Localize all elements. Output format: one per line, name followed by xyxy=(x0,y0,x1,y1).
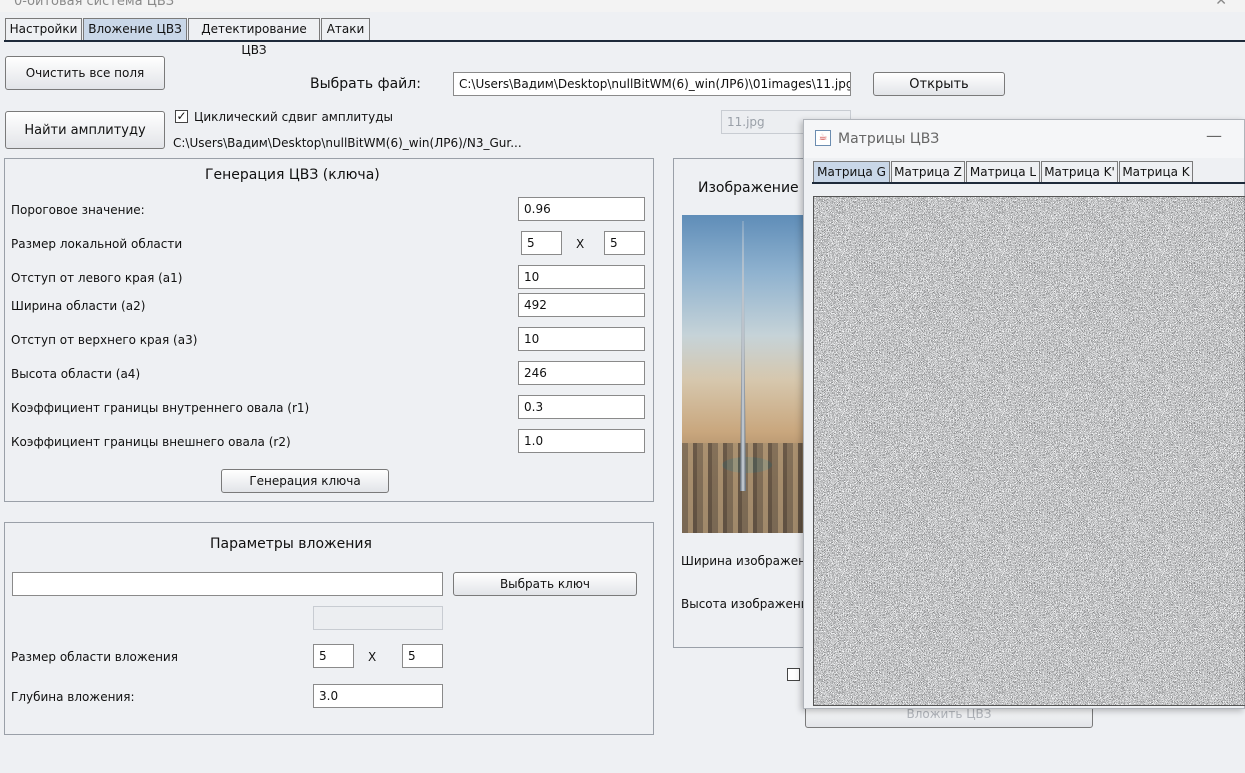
depth-input[interactable]: 3.0 xyxy=(313,684,443,708)
key-generation-title: Генерация ЦВЗ (ключа) xyxy=(205,167,380,183)
key-name-field xyxy=(313,606,443,630)
close-icon[interactable]: ✕ xyxy=(1215,0,1227,9)
java-app-icon: ☕ xyxy=(815,130,831,146)
embed-options-checkbox[interactable] xyxy=(787,668,800,681)
tab-settings[interactable]: Настройки xyxy=(5,18,82,40)
amplitude-path: C:\Users\Вадим\Desktop\nullBitWM(6)_win(… xyxy=(173,136,522,150)
embed-area-width-input[interactable]: 5 xyxy=(313,644,354,668)
a3-input[interactable]: 10 xyxy=(518,327,645,351)
threshold-label: Пороговое значение: xyxy=(11,203,145,217)
embed-area-label: Размер области вложения xyxy=(11,650,178,664)
a2-label: Ширина области (a2) xyxy=(11,299,146,313)
key-path-field[interactable] xyxy=(12,572,443,596)
find-amplitude-button[interactable]: Найти амплитуду xyxy=(5,111,165,149)
local-area-label: Размер локальной области xyxy=(11,237,183,251)
window-title: 0-битовая система ЦВЗ xyxy=(14,0,175,9)
tab-matrix-k-prime[interactable]: Матрица K' xyxy=(1041,161,1118,183)
tab-attacks[interactable]: Атаки xyxy=(321,18,370,40)
choose-file-label: Выбрать файл: xyxy=(310,76,421,92)
local-area-height-input[interactable]: 5 xyxy=(604,231,645,255)
image-height-label: Высота изображения xyxy=(681,597,816,611)
image-preview xyxy=(682,215,804,533)
local-area-width-input[interactable]: 5 xyxy=(521,231,562,255)
window-titlebar: 0-битовая система ЦВЗ ✕ xyxy=(0,0,1245,12)
file-path-field[interactable]: C:\Users\Вадим\Desktop\nullBitWM(6)_win(… xyxy=(453,72,851,96)
tab-matrix-z[interactable]: Матрица Z xyxy=(891,161,965,183)
tab-detect[interactable]: Детектирование ЦВЗ xyxy=(188,18,320,57)
tab-matrix-g[interactable]: Матрица G xyxy=(813,161,890,183)
choose-key-button[interactable]: Выбрать ключ xyxy=(453,572,637,596)
image-panel-title: Изображение xyxy=(698,180,799,196)
a4-input[interactable]: 246 xyxy=(518,361,645,385)
a1-input[interactable]: 10 xyxy=(518,265,645,289)
clear-all-button[interactable]: Очистить все поля xyxy=(5,56,165,90)
minimize-icon[interactable]: — xyxy=(1206,126,1222,145)
r2-label: Коэффициент границы внешнего овала (r2) xyxy=(11,435,291,449)
r1-input[interactable]: 0.3 xyxy=(518,395,645,419)
local-area-x-separator: X xyxy=(576,237,585,251)
tab-matrix-k[interactable]: Матрица K xyxy=(1119,161,1193,183)
tab-underline xyxy=(4,40,1245,42)
matrices-dialog: ☕ Матрицы ЦВЗ — Матрица G Матрица Z Матр… xyxy=(803,119,1245,709)
image-width-label: Ширина изображени xyxy=(681,554,814,568)
open-button[interactable]: Открыть xyxy=(873,72,1005,96)
cyclic-shift-checkbox[interactable]: ✓ xyxy=(175,110,188,123)
threshold-input[interactable]: 0.96 xyxy=(518,197,645,221)
tab-embed[interactable]: Вложение ЦВЗ xyxy=(83,18,187,40)
matrix-g-noise-image xyxy=(813,196,1245,706)
a2-input[interactable]: 492 xyxy=(518,293,645,317)
tab-matrix-l[interactable]: Матрица L xyxy=(966,161,1040,183)
r1-label: Коэффициент границы внутреннего овала (r… xyxy=(11,401,310,415)
r2-input[interactable]: 1.0 xyxy=(518,429,645,453)
embed-area-height-input[interactable]: 5 xyxy=(402,644,443,668)
embed-area-x-separator: X xyxy=(368,650,377,664)
matrices-dialog-title: Матрицы ЦВЗ xyxy=(838,131,940,147)
cyclic-shift-label: Циклический сдвиг амплитуды xyxy=(194,110,394,124)
matrices-dialog-header: ☕ Матрицы ЦВЗ — xyxy=(804,120,1244,158)
a1-label: Отступ от левого края (a1) xyxy=(11,271,183,285)
a3-label: Отступ от верхнего края (a3) xyxy=(11,333,198,347)
dialog-tab-underline xyxy=(812,182,1245,184)
generate-key-button[interactable]: Генерация ключа xyxy=(221,469,389,493)
embedding-title: Параметры вложения xyxy=(210,536,372,552)
a4-label: Высота области (a4) xyxy=(11,367,141,381)
depth-label: Глубина вложения: xyxy=(11,690,135,704)
